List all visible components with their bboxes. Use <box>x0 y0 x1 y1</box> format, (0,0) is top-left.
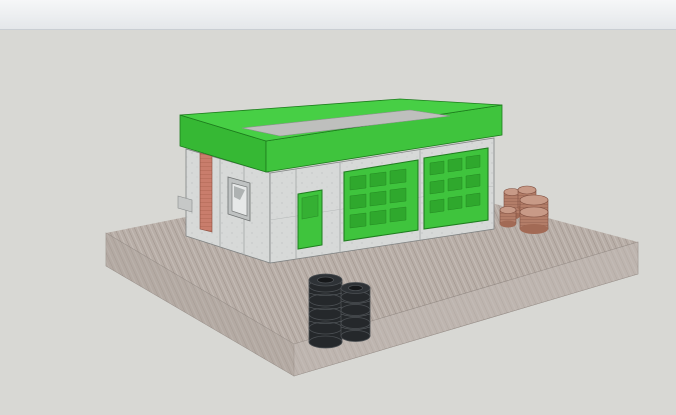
garage-door-left <box>343 159 419 242</box>
barrel-stack <box>499 185 549 234</box>
side-window <box>227 176 251 222</box>
front-door <box>297 189 323 250</box>
brick-column <box>199 152 213 233</box>
tire-stack <box>308 273 371 349</box>
model-scene <box>105 98 639 377</box>
3d-viewport[interactable] <box>0 30 676 415</box>
viewer-toolbar <box>0 0 676 30</box>
garage-door-right <box>423 147 489 230</box>
